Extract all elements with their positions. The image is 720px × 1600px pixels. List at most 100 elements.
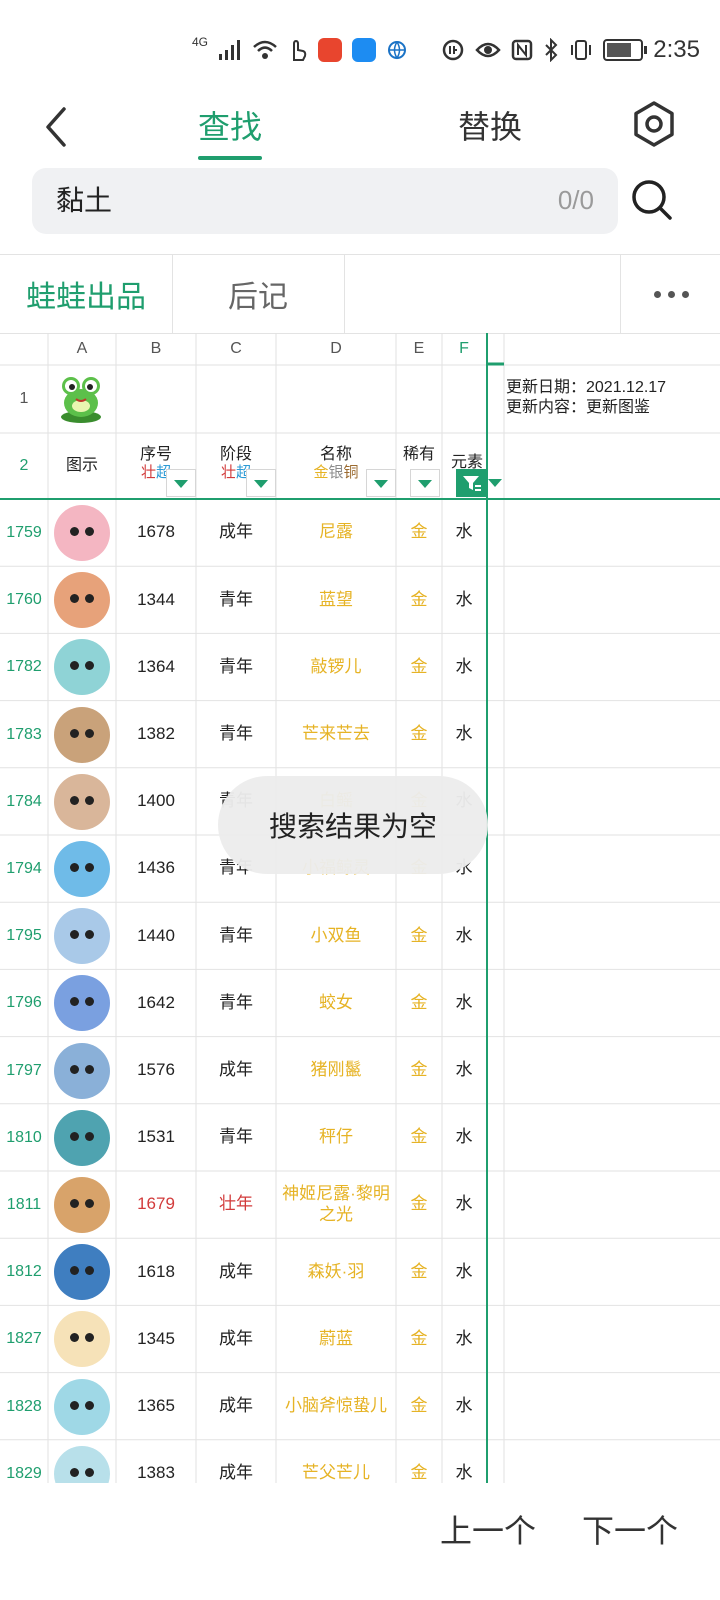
- column-header-b[interactable]: B: [116, 333, 196, 365]
- column-header-e[interactable]: E: [396, 333, 442, 365]
- name-cell[interactable]: 芒父芒儿: [276, 1440, 396, 1483]
- rarity-cell[interactable]: 金: [396, 633, 442, 700]
- character-avatar[interactable]: [54, 505, 110, 561]
- name-cell[interactable]: 小双鱼: [276, 902, 396, 969]
- column-header-a[interactable]: A: [48, 333, 116, 365]
- row-number[interactable]: 1784: [0, 768, 48, 835]
- row-number[interactable]: 1828: [0, 1373, 48, 1440]
- rarity-cell[interactable]: 金: [396, 1238, 442, 1305]
- element-cell[interactable]: 水: [442, 1373, 486, 1440]
- search-button[interactable]: [630, 178, 674, 222]
- element-cell[interactable]: 水: [442, 969, 486, 1036]
- sheet-tab-1[interactable]: 蛙蛙出品: [0, 255, 173, 333]
- tab-replace[interactable]: 替换: [458, 102, 522, 148]
- back-button[interactable]: [36, 100, 76, 154]
- name-cell[interactable]: 敲锣儿: [276, 633, 396, 700]
- element-cell[interactable]: 水: [442, 633, 486, 700]
- element-cell[interactable]: 水: [442, 902, 486, 969]
- name-cell[interactable]: 秤仔: [276, 1104, 396, 1171]
- row-number[interactable]: 1796: [0, 969, 48, 1036]
- spreadsheet-grid[interactable]: A B C D E F 1 更新日期：2021.12.17 更新内容：更新图鉴 …: [0, 333, 720, 1483]
- number-cell[interactable]: 1383: [116, 1440, 196, 1483]
- rarity-cell[interactable]: 金: [396, 701, 442, 768]
- stage-cell[interactable]: 成年: [196, 1373, 276, 1440]
- character-avatar[interactable]: [54, 841, 110, 897]
- row-number[interactable]: 1797: [0, 1037, 48, 1104]
- character-avatar[interactable]: [54, 908, 110, 965]
- name-cell[interactable]: 蛟女: [276, 969, 396, 1036]
- search-input[interactable]: [54, 182, 478, 216]
- element-cell[interactable]: 水: [442, 701, 486, 768]
- stage-cell[interactable]: 青年: [196, 1104, 276, 1171]
- stage-cell[interactable]: 青年: [196, 701, 276, 768]
- filter-dropdown-e[interactable]: [410, 469, 440, 497]
- element-cell[interactable]: 水: [442, 1037, 486, 1104]
- number-cell[interactable]: 1440: [116, 902, 196, 969]
- row-number-1[interactable]: 1: [0, 365, 48, 433]
- filter-active-button[interactable]: [456, 469, 504, 497]
- element-cell[interactable]: 水: [442, 499, 486, 566]
- stage-cell[interactable]: 青年: [196, 633, 276, 700]
- row-number[interactable]: 1810: [0, 1104, 48, 1171]
- row-number[interactable]: 1760: [0, 566, 48, 633]
- number-cell[interactable]: 1345: [116, 1305, 196, 1372]
- row-number[interactable]: 1812: [0, 1238, 48, 1305]
- character-avatar[interactable]: [54, 1109, 110, 1166]
- character-avatar[interactable]: [54, 773, 110, 830]
- character-avatar[interactable]: [54, 975, 110, 1032]
- number-cell[interactable]: 1618: [116, 1238, 196, 1305]
- character-avatar[interactable]: [54, 1244, 110, 1301]
- number-cell[interactable]: 1531: [116, 1104, 196, 1171]
- rarity-cell[interactable]: 金: [396, 1373, 442, 1440]
- row-number[interactable]: 1782: [0, 633, 48, 700]
- number-cell[interactable]: 1576: [116, 1037, 196, 1104]
- character-avatar[interactable]: [54, 639, 110, 696]
- name-cell[interactable]: 猪刚鬣: [276, 1037, 396, 1104]
- stage-cell[interactable]: 青年: [196, 969, 276, 1036]
- number-cell[interactable]: 1400: [116, 768, 196, 835]
- column-header-c[interactable]: C: [196, 333, 276, 365]
- element-cell[interactable]: 水: [442, 1104, 486, 1171]
- name-cell[interactable]: 森妖·羽: [276, 1238, 396, 1305]
- rarity-cell[interactable]: 金: [396, 1037, 442, 1104]
- stage-cell[interactable]: 成年: [196, 499, 276, 566]
- name-cell[interactable]: 神姬尼露·黎明之光: [276, 1171, 396, 1238]
- number-cell[interactable]: 1364: [116, 633, 196, 700]
- tab-find[interactable]: 查找: [198, 102, 263, 160]
- row-number[interactable]: 1827: [0, 1305, 48, 1372]
- element-cell[interactable]: 水: [442, 1238, 486, 1305]
- rarity-cell[interactable]: 金: [396, 902, 442, 969]
- number-cell[interactable]: 1436: [116, 835, 196, 902]
- element-cell[interactable]: 水: [442, 1305, 486, 1372]
- sheet-tab-2[interactable]: 后记: [172, 255, 345, 333]
- row-number[interactable]: 1829: [0, 1440, 48, 1483]
- stage-cell[interactable]: 壮年: [196, 1171, 276, 1238]
- character-avatar[interactable]: [54, 1311, 110, 1368]
- character-avatar[interactable]: [54, 1177, 110, 1233]
- name-cell[interactable]: 芒来芒去: [276, 701, 396, 768]
- rarity-cell[interactable]: 金: [396, 1440, 442, 1483]
- character-avatar[interactable]: [54, 1042, 110, 1099]
- rarity-cell[interactable]: 金: [396, 1171, 442, 1238]
- number-cell[interactable]: 1642: [116, 969, 196, 1036]
- settings-button[interactable]: [632, 100, 676, 148]
- element-cell[interactable]: 水: [442, 1171, 486, 1238]
- next-button[interactable]: 下一个: [582, 1506, 678, 1552]
- rarity-cell[interactable]: 金: [396, 1104, 442, 1171]
- row-number[interactable]: 1811: [0, 1171, 48, 1238]
- character-avatar[interactable]: [54, 1378, 110, 1435]
- row-number[interactable]: 1759: [0, 499, 48, 566]
- stage-cell[interactable]: 青年: [196, 902, 276, 969]
- filter-dropdown-c[interactable]: [246, 469, 276, 497]
- stage-cell[interactable]: 成年: [196, 1305, 276, 1372]
- rarity-cell[interactable]: 金: [396, 969, 442, 1036]
- element-cell[interactable]: 水: [442, 566, 486, 633]
- column-header-d[interactable]: D: [276, 333, 396, 365]
- number-cell[interactable]: 1382: [116, 701, 196, 768]
- name-cell[interactable]: 小脑斧惊蛰儿: [276, 1373, 396, 1440]
- row-number[interactable]: 1783: [0, 701, 48, 768]
- filter-dropdown-b[interactable]: [166, 469, 196, 497]
- rarity-cell[interactable]: 金: [396, 566, 442, 633]
- element-cell[interactable]: 水: [442, 1440, 486, 1483]
- number-cell[interactable]: 1679: [116, 1171, 196, 1238]
